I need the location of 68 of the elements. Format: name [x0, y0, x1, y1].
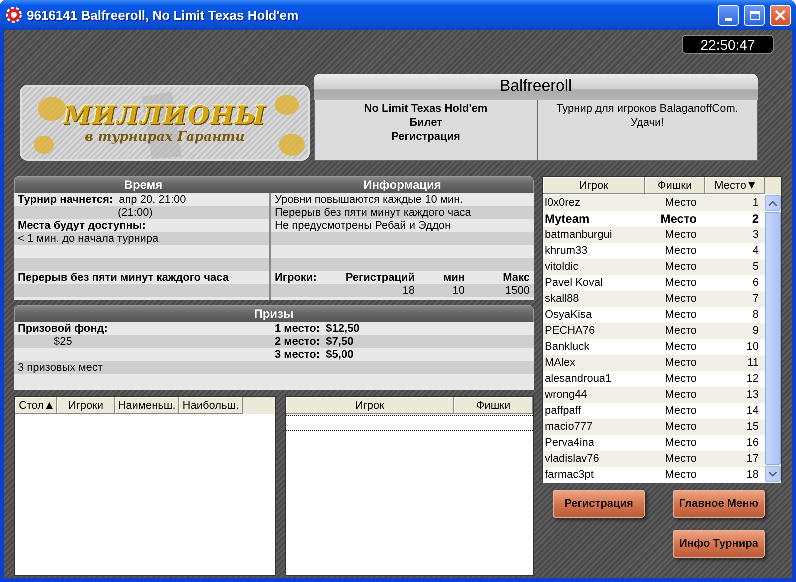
tournament-detail: Регистрация — [392, 130, 460, 144]
prize-place: 3 место: $5,00 — [275, 348, 355, 360]
tournament-name: Balfreeroll — [314, 74, 758, 100]
caret-up-icon — [769, 200, 777, 206]
minimize-button[interactable] — [718, 4, 739, 26]
maximize-button[interactable] — [744, 4, 765, 26]
panel-title: Информация — [362, 177, 442, 193]
prize-count: 3 призовых мест — [18, 362, 103, 374]
close-button[interactable] — [770, 4, 791, 26]
prize-place: 1 место: $12,50 — [275, 322, 361, 334]
prize-place: 2 место: $7,50 — [275, 336, 355, 348]
prize-fund: $25 — [53, 336, 74, 348]
caret-down-icon — [769, 472, 777, 476]
players-heading: мин — [442, 272, 465, 284]
tournament-detail: No Limit Texas Hold'em — [364, 102, 488, 116]
player-row[interactable]: skall88 Место 7 — [543, 291, 765, 307]
time-value: (21:00) — [117, 206, 153, 218]
window-title: 9616141 Balfreeroll, No Limit Texas Hold'em — [27, 8, 300, 22]
time-label: Перерыв без пяти минут каждого часа — [18, 272, 229, 284]
action-button[interactable]: Регистрация — [553, 490, 645, 518]
panel-title: Время — [123, 177, 164, 193]
column-header[interactable]: Игрок — [543, 177, 645, 194]
logo-title: МИЛЛИОНЫ — [64, 101, 266, 130]
player-row[interactable]: vitoldic Место 5 — [543, 259, 765, 275]
players-value: 18 — [402, 284, 415, 296]
clock: 22:50:47 — [682, 35, 774, 54]
chip-icon — [6, 7, 22, 23]
players-value: 10 — [452, 284, 465, 296]
column-header[interactable]: Наименьш. — [115, 397, 179, 414]
player-row[interactable]: MAlex Место 11 — [543, 355, 765, 371]
scroll-down-button[interactable] — [765, 466, 781, 482]
player-row[interactable]: batmanburgui Место 3 — [543, 227, 765, 243]
time-value: < 1 мин. до начала турнира — [18, 232, 159, 244]
player-row[interactable]: farmac3pt Место 18 — [543, 467, 765, 483]
time-label: Турнир начнется: — [18, 194, 114, 206]
player-row[interactable]: vladislav76 Место 17 — [543, 451, 765, 467]
panel-title: Призы — [253, 306, 295, 322]
info-note: Перерыв без пяти минут каждого часа — [275, 206, 472, 218]
scroll-up-button[interactable] — [765, 195, 781, 211]
players-heading: Регистраций — [345, 272, 415, 284]
player-row[interactable]: macio777 Место 15 — [543, 419, 765, 435]
time-label: Места будут доступны: — [18, 220, 146, 232]
column-header[interactable]: Игрок — [286, 397, 454, 414]
players-value: 1500 — [504, 284, 530, 296]
player-row[interactable]: wrong44 Место 13 — [543, 387, 765, 403]
action-button[interactable]: Главное Меню — [673, 490, 765, 518]
logo-subtitle: в турнирах Гаранти — [85, 130, 245, 145]
action-button[interactable]: Инфо Турнира — [673, 530, 765, 558]
column-header[interactable]: Наибольш. — [179, 397, 243, 414]
players-heading: Макс — [502, 272, 530, 284]
player-row[interactable]: PECHA76 Место 9 — [543, 323, 765, 339]
players-label: Игроки: — [275, 272, 318, 284]
column-header[interactable]: Место ▼ — [705, 177, 765, 194]
tournament-description: Турнир для игроков BalaganoffCom. — [556, 102, 738, 116]
column-header[interactable]: Игроки — [57, 397, 115, 414]
player-row[interactable]: l0x0rez Место 1 — [543, 195, 765, 211]
tournament-detail: Билет — [410, 116, 442, 130]
close-icon — [775, 10, 786, 20]
sort-arrow: ▼ — [748, 180, 756, 190]
info-note: Уровни повышаются каждые 10 мин. — [275, 194, 464, 206]
column-header[interactable]: Стол ▲ — [15, 397, 57, 414]
tournament-description: Удачи! — [630, 116, 664, 130]
column-header[interactable]: Фишки — [454, 397, 533, 414]
info-note: Не предусмотрены Ребай и Эддон — [275, 220, 452, 232]
column-header[interactable]: Фишки — [645, 177, 705, 194]
time-value: апр 20, 21:00 — [119, 194, 186, 206]
sort-arrow: ▲ — [46, 400, 54, 410]
prize-fund-label: Призовой фонд: — [18, 322, 109, 334]
